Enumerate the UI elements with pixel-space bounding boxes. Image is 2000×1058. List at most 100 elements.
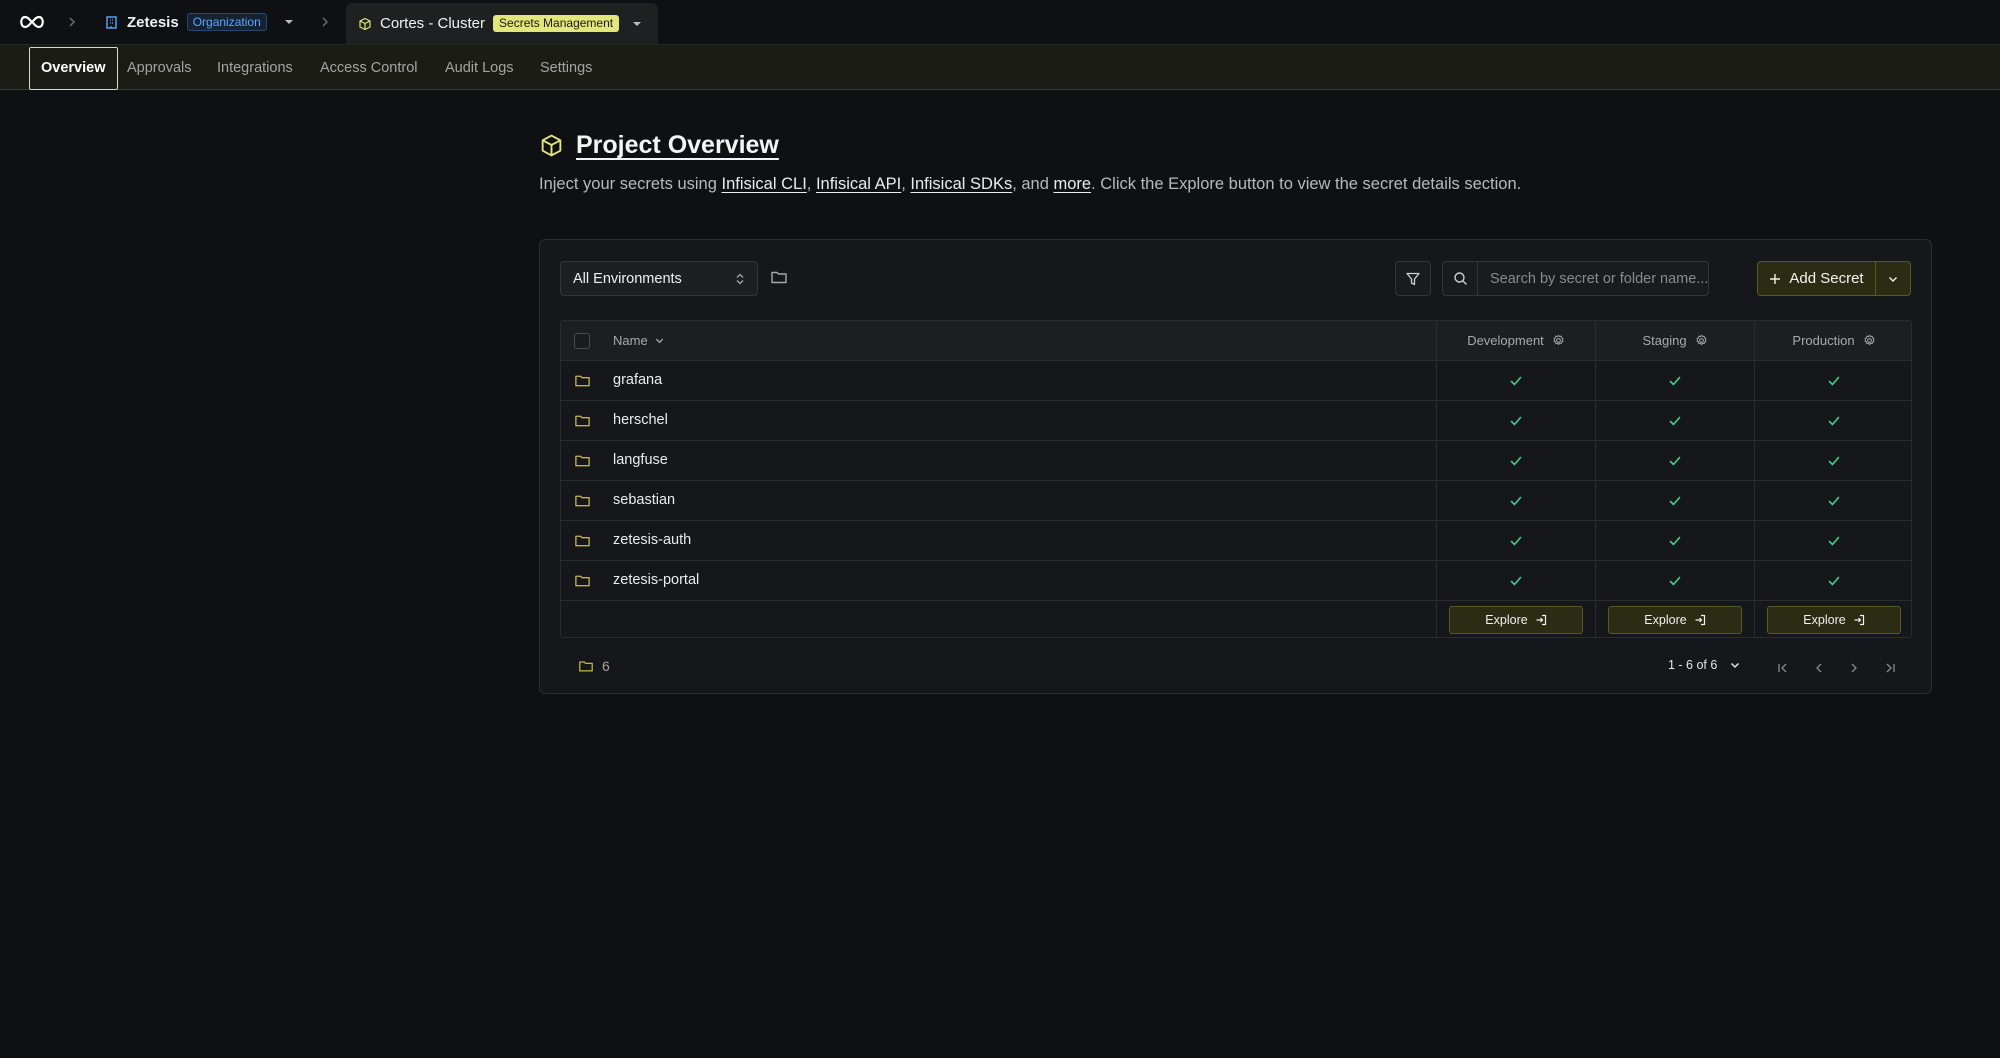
previous-page-icon[interactable] — [1812, 661, 1826, 675]
env-status-cell — [1595, 361, 1754, 400]
folder-count: 6 — [578, 658, 610, 674]
environment-select[interactable]: All Environments — [560, 261, 758, 296]
last-page-icon[interactable] — [1883, 661, 1897, 675]
project-type-badge: Secrets Management — [493, 15, 620, 32]
check-icon — [1509, 454, 1523, 468]
page-title: Project Overview — [576, 131, 779, 159]
folder-name[interactable]: herschel — [613, 401, 668, 440]
env-status-cell — [1436, 521, 1595, 560]
tab-access-control[interactable]: Access Control — [309, 47, 429, 90]
top-bar: Zetesis Organization Cortes - Cluster Se… — [0, 0, 2000, 44]
subtitle-separator: , — [806, 175, 816, 193]
env-status-cell — [1754, 481, 1911, 520]
folder-row[interactable]: grafana — [561, 361, 1911, 401]
tab-integrations[interactable]: Integrations — [206, 47, 304, 90]
folder-icon — [574, 452, 591, 469]
check-icon — [1827, 494, 1841, 508]
chevron-right-icon — [65, 15, 79, 29]
first-page-icon[interactable] — [1776, 661, 1790, 675]
env-status-cell — [1595, 561, 1754, 600]
infisical-api-link[interactable]: Infisical API — [816, 175, 901, 193]
explore-production-button[interactable]: Explore — [1767, 606, 1901, 634]
secrets-table: Name Development Staging Production graf… — [560, 320, 1912, 638]
gear-icon[interactable] — [1552, 334, 1565, 347]
check-icon — [1827, 534, 1841, 548]
gear-icon[interactable] — [1695, 334, 1708, 347]
folder-row[interactable]: zetesis-auth — [561, 521, 1911, 561]
env-status-cell — [1754, 521, 1911, 560]
project-name: Cortes - Cluster — [380, 15, 486, 32]
explore-cell: Explore — [1595, 601, 1754, 637]
tab-approvals[interactable]: Approvals — [116, 47, 202, 90]
check-icon — [1668, 374, 1682, 388]
chevron-right-icon — [318, 15, 332, 29]
pagination-label: 1 - 6 of 6 — [1668, 658, 1718, 672]
caret-down-icon[interactable] — [283, 16, 295, 28]
env-status-cell — [1754, 401, 1911, 440]
folder-icon — [574, 412, 591, 429]
caret-down-icon[interactable] — [631, 18, 643, 30]
check-icon — [1827, 454, 1841, 468]
folder-row[interactable]: herschel — [561, 401, 1911, 441]
explore-staging-button[interactable]: Explore — [1608, 606, 1742, 634]
tab-audit-logs[interactable]: Audit Logs — [434, 47, 525, 90]
folder-name[interactable]: grafana — [613, 361, 662, 400]
env-status-cell — [1595, 521, 1754, 560]
infisical-cli-link[interactable]: Infisical CLI — [722, 175, 807, 193]
infisical-sdks-link[interactable]: Infisical SDKs — [910, 175, 1012, 193]
folder-row[interactable]: zetesis-portal — [561, 561, 1911, 601]
explore-cell: Explore — [1436, 601, 1595, 637]
cube-icon — [358, 17, 372, 31]
folder-icon — [578, 658, 594, 674]
check-icon — [1668, 494, 1682, 508]
search-input[interactable] — [1478, 262, 1708, 295]
explore-development-button[interactable]: Explore — [1449, 606, 1583, 634]
project-breadcrumb[interactable]: Cortes - Cluster Secrets Management — [346, 3, 658, 44]
check-icon — [1509, 374, 1523, 388]
folder-name[interactable]: zetesis-portal — [613, 561, 699, 600]
org-name: Zetesis — [127, 13, 179, 31]
more-link[interactable]: more — [1054, 175, 1092, 193]
pagination-range[interactable]: 1 - 6 of 6 — [1668, 658, 1741, 672]
folder-icon — [574, 372, 591, 389]
subtitle-text: . Click the Explore button to view the s… — [1091, 175, 1522, 193]
name-column-header[interactable]: Name — [613, 321, 665, 360]
env-status-cell — [1436, 481, 1595, 520]
check-icon — [1509, 534, 1523, 548]
explore-cell: Explore — [1754, 601, 1911, 637]
org-badge: Organization — [186, 13, 267, 31]
filter-button[interactable] — [1395, 261, 1431, 296]
folder-row[interactable]: sebastian — [561, 481, 1911, 521]
tab-settings[interactable]: Settings — [529, 47, 603, 90]
check-icon — [1509, 574, 1523, 588]
name-column-label: Name — [613, 333, 648, 348]
add-secret-options-button[interactable] — [1876, 262, 1910, 295]
folder-name[interactable]: langfuse — [613, 441, 668, 480]
tab-overview[interactable]: Overview — [29, 47, 118, 90]
folder-row[interactable]: langfuse — [561, 441, 1911, 481]
env-column-label: Development — [1467, 333, 1544, 348]
check-icon — [1668, 454, 1682, 468]
gear-icon[interactable] — [1863, 334, 1876, 347]
search-icon — [1443, 262, 1478, 295]
chevrons-up-down-icon — [735, 273, 745, 285]
environment-select-value: All Environments — [573, 270, 682, 287]
next-page-icon[interactable] — [1847, 661, 1861, 675]
folder-name[interactable]: sebastian — [613, 481, 675, 520]
check-icon — [1827, 414, 1841, 428]
add-secret-button[interactable]: Add Secret — [1758, 262, 1876, 295]
search-box — [1442, 261, 1709, 296]
log-in-icon — [1535, 614, 1547, 626]
org-breadcrumb[interactable]: Zetesis Organization — [104, 10, 295, 34]
check-icon — [1509, 494, 1523, 508]
select-all-checkbox[interactable] — [574, 333, 590, 349]
check-icon — [1668, 534, 1682, 548]
folder-name[interactable]: zetesis-auth — [613, 521, 691, 560]
check-icon — [1668, 574, 1682, 588]
chevron-down-icon — [654, 335, 665, 346]
env-column-label: Staging — [1642, 333, 1687, 348]
add-secret-label: Add Secret — [1789, 270, 1864, 287]
infinity-logo-icon[interactable] — [18, 11, 46, 33]
check-icon — [1668, 414, 1682, 428]
add-folder-icon[interactable] — [770, 268, 788, 286]
